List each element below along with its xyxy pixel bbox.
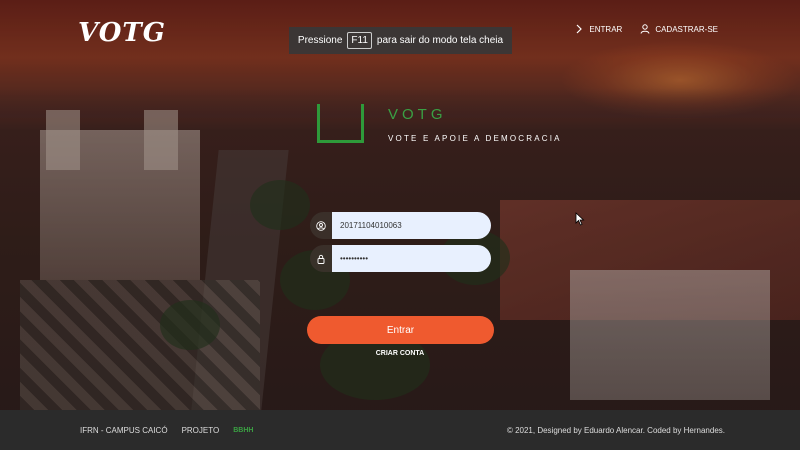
background-photo: [0, 0, 800, 410]
lock-icon: [317, 254, 325, 264]
fullscreen-notice: Pressione F11 para sair do modo tela che…: [289, 27, 512, 54]
chevron-right-icon: [576, 24, 583, 34]
footer: IFRN - CAMPUS CAICÓ PROJETO BBHH © 2021,…: [0, 410, 800, 450]
username-input[interactable]: [332, 212, 491, 239]
register-link[interactable]: CADASTRAR-SE: [640, 24, 718, 34]
brand-tagline: VOTE E APOIE A DEMOCRACIA: [388, 134, 562, 143]
login-link[interactable]: ENTRAR: [574, 24, 622, 34]
username-field: [310, 212, 491, 239]
user-circle-icon: [316, 220, 326, 231]
brand-mark-icon: [317, 104, 364, 143]
password-input[interactable]: [332, 245, 491, 272]
user-icon: [640, 24, 650, 34]
header-nav: ENTRAR CADASTRAR-SE: [574, 24, 718, 34]
footer-badge-bbhh[interactable]: BBHH: [233, 427, 253, 434]
footer-credit: © 2021, Designed by Eduardo Alencar. Cod…: [506, 425, 725, 435]
fullscreen-notice-suffix: para sair do modo tela cheia: [376, 35, 504, 46]
brand-name: VOTG: [388, 106, 447, 123]
login-submit-button[interactable]: Entrar: [307, 316, 494, 344]
register-link-label: CADASTRAR-SE: [655, 24, 718, 34]
brand-block: VOTG VOTE E APOIE A DEMOCRACIA: [317, 104, 562, 143]
fullscreen-notice-prefix: Pressione: [297, 35, 343, 46]
login-link-label: ENTRAR: [589, 24, 623, 34]
footer-link-ifrn[interactable]: IFRN - CAMPUS CAICÓ: [80, 426, 168, 435]
footer-link-projeto[interactable]: PROJETO: [182, 426, 220, 435]
create-account-link[interactable]: CRIAR CONTA: [0, 350, 800, 357]
password-field: [310, 245, 491, 272]
mouse-pointer-icon: [575, 212, 585, 226]
app-logo[interactable]: VOTG: [78, 18, 166, 48]
fullscreen-key: F11: [347, 32, 372, 49]
